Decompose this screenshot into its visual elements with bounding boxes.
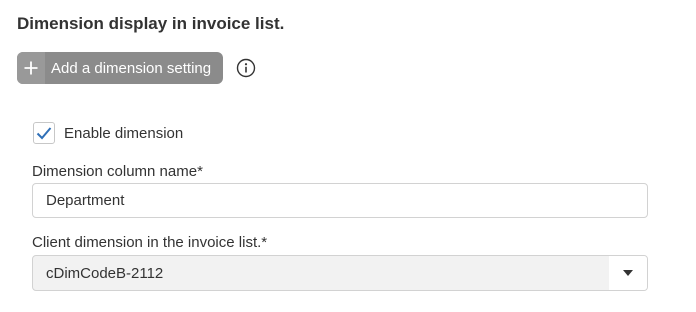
dimension-column-name-label: Dimension column name*: [32, 163, 203, 180]
client-dimension-select[interactable]: cDimCodeB-2112: [32, 255, 648, 291]
enable-dimension-checkbox[interactable]: [33, 122, 55, 144]
client-dimension-selected-value: cDimCodeB-2112: [46, 264, 164, 282]
dimension-column-name-input[interactable]: [32, 183, 648, 218]
section-title: Dimension display in invoice list.: [17, 14, 285, 33]
add-dimension-setting-label: Add a dimension setting: [51, 59, 212, 77]
plus-icon: [17, 52, 45, 84]
dimension-settings-panel: Dimension display in invoice list. Add a…: [0, 0, 696, 312]
checkmark-icon: [36, 127, 52, 140]
add-dimension-setting-button[interactable]: Add a dimension setting: [17, 52, 223, 84]
client-dimension-label: Client dimension in the invoice list.*: [32, 234, 268, 251]
enable-dimension-option[interactable]: Enable dimension: [33, 122, 183, 144]
chevron-down-icon[interactable]: [609, 256, 647, 290]
enable-dimension-label: Enable dimension: [64, 124, 184, 142]
info-icon[interactable]: [236, 58, 256, 78]
